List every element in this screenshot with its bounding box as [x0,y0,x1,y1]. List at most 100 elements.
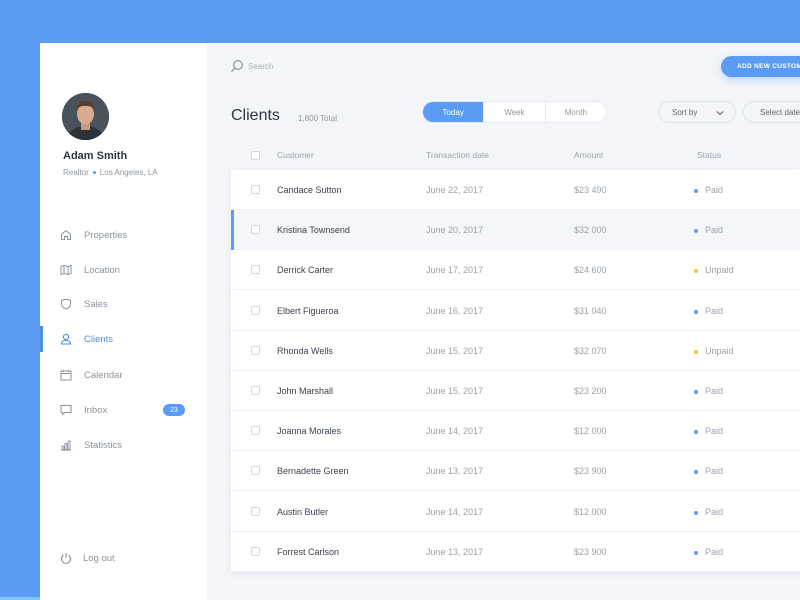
amount-value: $12 000 [574,507,607,517]
row-checkbox[interactable] [251,547,260,556]
status-label: Paid [705,507,724,517]
transaction-date: June 22, 2017 [426,185,484,195]
amount-value: $23 490 [574,185,607,195]
tab-today[interactable]: Today [423,102,485,122]
user-role: Realtor [63,168,89,177]
sidebar-item-properties[interactable]: Properties [40,218,207,252]
row-checkbox[interactable] [251,386,260,395]
date-select-label: Select date [760,107,800,117]
select-all-checkbox[interactable] [251,151,260,160]
column-header-status[interactable]: Status [697,150,721,160]
transaction-date: June 14, 2017 [426,507,484,517]
status-label: Paid [705,426,724,436]
table-row[interactable]: Bernadette Green June 13, 2017 $23 900 Paid [231,451,800,491]
row-checkbox[interactable] [251,265,260,274]
power-icon [59,551,73,565]
status-label: Unpaid [705,265,734,275]
column-header-customer[interactable]: Customer [277,150,314,160]
transaction-date: June 13, 2017 [426,466,484,476]
customer-name: Joanna Morales [277,426,342,436]
sort-label: Sort by [672,107,698,117]
amount-value: $23 200 [574,386,607,396]
column-header-transaction-date[interactable]: Transaction date [426,150,489,160]
status-dot [694,310,698,314]
sidebar: Adam Smith Realtor Los Angeles, LA Proper… [40,43,207,600]
amount-value: $23 900 [574,547,607,557]
sidebar-item-label: Location [84,264,120,276]
table-row[interactable]: Derrick Carter June 17, 2017 $24 600 Unpaid [231,250,800,290]
row-checkbox[interactable] [251,225,260,234]
tab-month[interactable]: Month [546,102,606,122]
amount-value: $32 000 [574,225,607,235]
separator-dot [92,171,96,175]
customer-name: Bernadette Green [277,466,349,476]
transaction-date: June 16, 2017 [426,306,484,316]
period-tabs: Today Week Month [422,101,607,123]
transaction-date: June 17, 2017 [426,265,484,275]
customer-name: Elbert Figueroa [277,306,339,316]
status-dot [694,189,698,193]
sidebar-item-label: Inbox [84,404,108,416]
sidebar-item-location[interactable]: Location [40,253,207,287]
transaction-date: June 15, 2017 [426,346,484,356]
sort-dropdown[interactable]: Sort by [658,101,736,123]
table-row[interactable]: Forrest Carlson June 13, 2017 $23 900 Paid [231,532,800,572]
table-row[interactable]: Joanna Morales June 14, 2017 $12 000 Paid [231,411,800,451]
status-label: Paid [705,386,724,396]
chevron-down-icon [716,109,724,118]
transaction-date: June 15, 2017 [426,386,484,396]
customer-name: John Marshall [277,386,334,396]
customer-name: Forrest Carlson [277,547,340,557]
bar-chart-icon [59,438,73,452]
customer-name: Candace Sutton [277,185,342,195]
row-checkbox[interactable] [251,346,260,355]
table-row[interactable]: Kristina Townsend June 20, 2017 $32 000 Pai… [231,210,800,250]
logout-button[interactable]: Log out [40,543,207,573]
row-checkbox[interactable] [251,466,260,475]
sidebar-item-label: Calendar [84,369,123,381]
sidebar-item-statistics[interactable]: Statistics [40,428,207,462]
table-row[interactable]: Elbert Figueroa June 16, 2017 $31 040 Paid [231,291,800,331]
customer-name: Kristina Townsend [277,225,350,235]
transaction-date: June 20, 2017 [426,225,484,235]
table-row[interactable]: John Marshall June 15, 2017 $23 200 Paid [231,371,800,411]
search-input[interactable] [248,58,408,74]
status-dot [694,511,698,515]
amount-value: $24 600 [574,265,607,275]
amount-value: $32 070 [574,346,607,356]
row-checkbox[interactable] [251,185,260,194]
amount-value: $12 000 [574,426,607,436]
row-checkbox[interactable] [251,306,260,315]
user-icon [59,332,73,346]
column-header-amount[interactable]: Amount [574,150,603,160]
tab-week[interactable]: Week [484,102,546,122]
status-label: Unpaid [705,346,734,356]
user-location: Los Angeles, LA [99,168,158,177]
table-row[interactable]: Rhonda Wells June 15, 2017 $32 070 Unpaid [231,331,800,371]
sidebar-item-clients[interactable]: Clients [40,322,207,356]
status-dot [694,551,698,555]
add-new-customer-button[interactable]: ADD NEW CUSTOMER [721,56,800,77]
row-checkbox[interactable] [251,507,260,516]
avatar[interactable] [62,93,109,140]
sidebar-item-inbox[interactable]: Inbox 23 [40,393,207,427]
map-icon [59,263,73,277]
status-label: Paid [705,225,724,235]
shield-icon [59,297,73,311]
sidebar-item-sales[interactable]: Sales [40,287,207,321]
logout-label: Log out [83,552,115,564]
row-checkbox[interactable] [251,426,260,435]
table-row[interactable]: Candace Sutton June 22, 2017 $23 490 Paid [231,170,800,210]
app-window: Adam Smith Realtor Los Angeles, LA Proper… [40,43,800,600]
status-label: Paid [705,185,724,195]
home-icon [59,228,73,242]
status-dot [694,430,698,434]
sidebar-item-label: Clients [84,333,114,345]
date-select-dropdown[interactable]: Select date [743,101,800,123]
table-row[interactable]: Austin Butler June 14, 2017 $12 000 Paid [231,492,800,532]
search-icon[interactable] [230,59,244,73]
status-label: Paid [705,547,724,557]
sidebar-item-calendar[interactable]: Calendar [40,358,207,392]
sidebar-item-label: Properties [84,229,128,241]
sidebar-item-label: Sales [84,298,108,310]
